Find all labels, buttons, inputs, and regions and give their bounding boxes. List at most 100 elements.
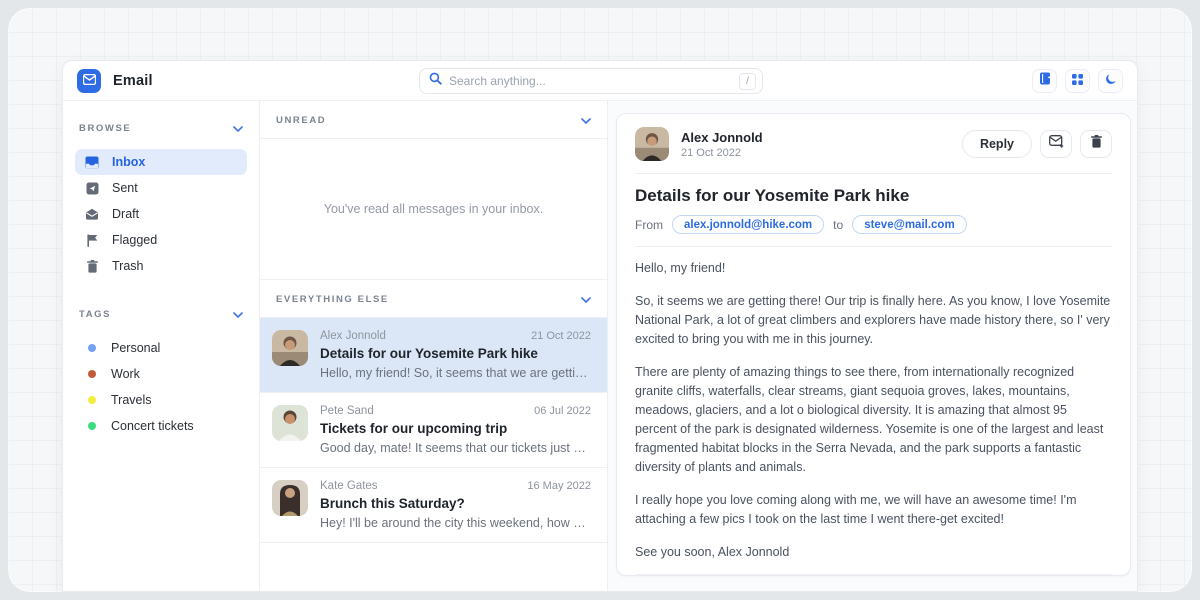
body-paragraph: Hello, my friend! [635,259,1112,278]
tag-label: Work [111,367,140,381]
header-actions [1032,69,1123,93]
mail-date: 16 May 2022 [527,480,591,492]
inbox-icon [85,155,99,169]
sidebar-item-sent[interactable]: Sent [75,175,247,201]
tags-label: TAGS [79,309,111,320]
chevron-down-icon[interactable] [581,290,591,308]
mail-subject: Brunch this Saturday? [320,496,591,511]
detail-sender-name: Alex Jonnold [681,130,763,145]
app-title: Email [113,73,153,89]
body-paragraph: I really hope you love coming along with… [635,491,1112,529]
mail-list-item[interactable]: Alex Jonnold 21 Oct 2022 Details for our… [260,318,607,393]
tag-dot-concert [88,422,96,430]
divider [635,173,1112,174]
detail-subject: Details for our Yosemite Park hike [635,186,1112,206]
detail-sender-block: Alex Jonnold 21 Oct 2022 [681,130,763,159]
everything-else-section-header[interactable]: EVERYTHING ELSE [260,279,607,318]
mail-date: 06 Jul 2022 [534,405,591,417]
mail-list-item[interactable]: Pete Sand 06 Jul 2022 Tickets for our up… [260,393,607,468]
avatar [272,480,308,516]
body-paragraph: So, it seems we are getting there! Our t… [635,292,1112,349]
mail-preview: Hey! I'll be around the city this weeken… [320,516,591,530]
mail-item-content: Pete Sand 06 Jul 2022 Tickets for our up… [320,405,591,455]
mail-plus-icon [1049,135,1064,153]
to-label: to [833,218,843,232]
mail-date: 21 Oct 2022 [531,330,591,342]
sidebar-item-label: Trash [112,259,144,273]
tag-label: Personal [111,341,160,355]
draft-icon [85,207,99,221]
from-email-pill[interactable]: alex.jonnold@hike.com [672,215,824,234]
search-bar[interactable]: / [419,68,763,94]
main-columns: BROWSE Inbox Sent [63,101,1137,591]
sidebar-item-label: Draft [112,207,139,221]
email-detail-card: Alex Jonnold 21 Oct 2022 Reply [616,113,1131,576]
unread-empty-text: You've read all messages in your inbox. [324,202,543,216]
avatar [635,127,669,161]
sidebar-item-flagged[interactable]: Flagged [75,227,247,253]
mail-preview: Hello, my friend! So, it seems that we a… [320,366,591,380]
tag-item-travels[interactable]: Travels [75,387,247,413]
to-email-pill[interactable]: steve@mail.com [852,215,966,234]
email-body: Hello, my friend! So, it seems we are ge… [635,259,1112,562]
mail-subject: Tickets for our upcoming trip [320,421,591,436]
tag-dot-personal [88,344,96,352]
tag-item-work[interactable]: Work [75,361,247,387]
sidebar: BROWSE Inbox Sent [63,101,260,591]
book-button[interactable] [1032,69,1057,93]
flag-icon [85,233,99,247]
tag-label: Travels [111,393,152,407]
email-app-window: Email / [62,60,1138,592]
unread-section-header[interactable]: UNREAD [260,101,607,139]
tag-dot-work [88,370,96,378]
sidebar-item-trash[interactable]: Trash [75,253,247,279]
body-signature: See you soon, Alex Jonnold [635,543,1112,562]
mail-list-item[interactable]: Kate Gates 16 May 2022 Brunch this Satur… [260,468,607,543]
trash-icon [85,259,99,273]
tag-item-concert-tickets[interactable]: Concert tickets [75,413,247,439]
delete-mail-button[interactable] [1080,130,1112,158]
mail-sender: Kate Gates [320,480,378,492]
sidebar-item-draft[interactable]: Draft [75,201,247,227]
mail-preview: Good day, mate! It seems that our ticket… [320,441,591,455]
grid-icon [1072,72,1083,90]
trash-icon [1091,135,1102,153]
tag-dot-travels [88,396,96,404]
detail-header: Alex Jonnold 21 Oct 2022 Reply [635,127,1112,161]
browse-section-header[interactable]: BROWSE [75,119,247,137]
book-icon [1039,72,1051,90]
apps-grid-button[interactable] [1065,69,1090,93]
message-list-column: UNREAD You've read all messages in your … [260,101,608,591]
everything-else-label: EVERYTHING ELSE [276,294,389,305]
divider [635,246,1112,247]
search-input[interactable] [449,74,739,88]
mail-item-content: Kate Gates 16 May 2022 Brunch this Satur… [320,480,591,530]
unread-empty-state: You've read all messages in your inbox. [260,139,607,279]
avatar [272,405,308,441]
from-label: From [635,218,663,232]
mail-item-content: Alex Jonnold 21 Oct 2022 Details for our… [320,330,591,380]
app-logo [77,69,101,93]
mail-sender: Pete Sand [320,405,374,417]
sent-icon [85,181,99,195]
tag-item-personal[interactable]: Personal [75,335,247,361]
detail-date: 21 Oct 2022 [681,147,763,159]
envelope-icon [83,72,96,90]
dark-mode-button[interactable] [1098,69,1123,93]
avatar [272,330,308,366]
mail-sender: Alex Jonnold [320,330,386,342]
chevron-down-icon[interactable] [581,111,591,129]
unread-label: UNREAD [276,115,326,126]
tags-section-header[interactable]: TAGS [75,305,247,323]
chevron-down-icon[interactable] [233,305,243,323]
reply-button[interactable]: Reply [962,130,1032,158]
from-to-row: From alex.jonnold@hike.com to steve@mail… [635,215,1112,234]
sidebar-item-label: Flagged [112,233,157,247]
tag-label: Concert tickets [111,419,194,433]
forward-mail-button[interactable] [1040,130,1072,158]
detail-actions: Reply [962,130,1112,158]
divider [635,574,1112,575]
page-frame: Email / [8,8,1192,592]
chevron-down-icon[interactable] [233,119,243,137]
sidebar-item-inbox[interactable]: Inbox [75,149,247,175]
